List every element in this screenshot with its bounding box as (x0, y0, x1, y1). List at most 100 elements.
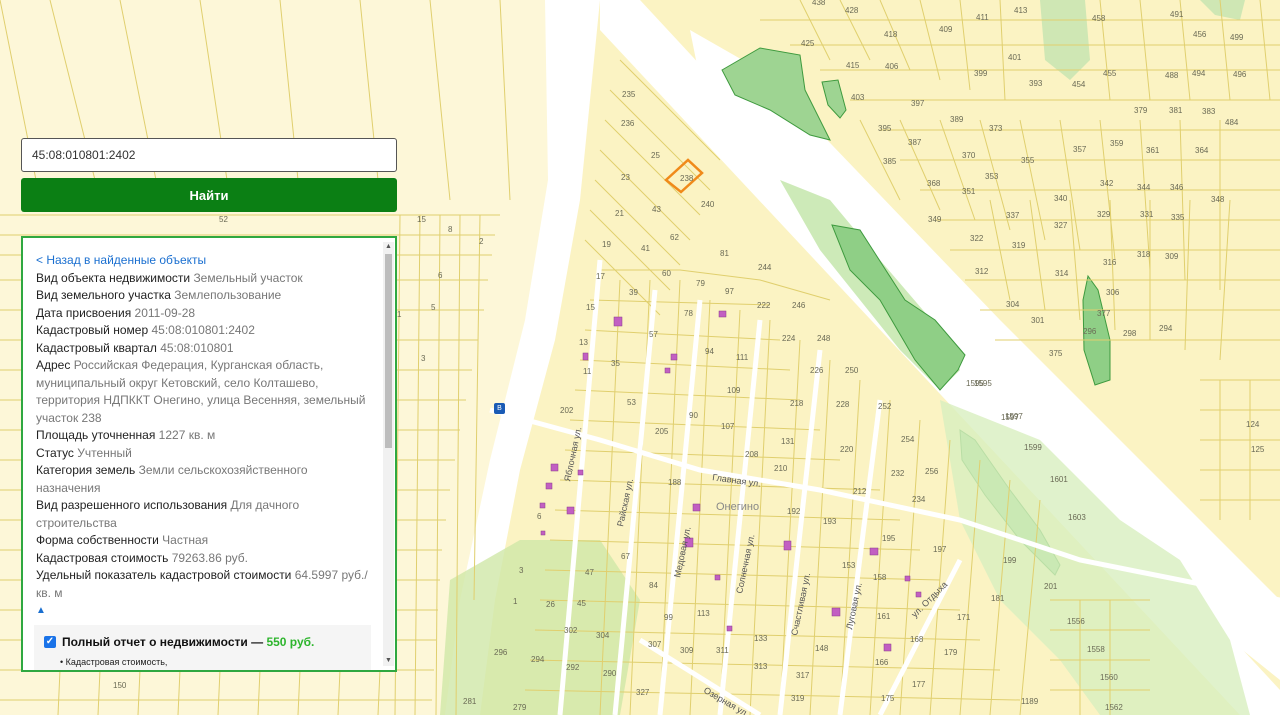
parcel-number-label: 256 (925, 467, 939, 476)
parcel-number-label: 312 (975, 267, 989, 276)
parcel-number-label: 90 (689, 411, 698, 420)
parcel-number-label: 428 (845, 6, 859, 15)
parcel-number-label: 319 (1012, 241, 1026, 250)
collapse-up-icon[interactable]: ▲ (36, 602, 369, 619)
scroll-thumb[interactable] (385, 254, 392, 448)
parcel-number-label: 62 (670, 233, 679, 242)
parcel-number-label: 296 (1083, 327, 1097, 336)
parcel-number-label: 41 (641, 244, 650, 253)
parcel-number-label: 8 (448, 225, 453, 234)
report-price: 550 руб. (266, 635, 315, 649)
parcel-number-label: 1599 (1024, 443, 1042, 452)
info-content: < Назад в найденные объекты Вид объекта … (23, 238, 381, 670)
parcel-number-label: 15 (586, 303, 595, 312)
parcel-number-label: 294 (1159, 324, 1173, 333)
report-title-text: Полный отчет о недвижимости — (62, 635, 264, 649)
parcel-number-label: 248 (817, 334, 831, 343)
parcel-number-label: 131 (781, 437, 795, 446)
parcel-number-label: 6 (438, 271, 443, 280)
parcel-number-label: 254 (901, 435, 915, 444)
parcel-number-label: 84 (649, 581, 658, 590)
scroll-down-icon[interactable]: ▼ (383, 656, 394, 666)
parcel-number-label: 496 (1233, 70, 1247, 79)
parcel-number-label: 298 (1123, 329, 1137, 338)
info-row: Вид земельного участка Землепользование (36, 287, 369, 305)
report-item: • Кадастровая стоимость, (60, 657, 168, 667)
parcel-number-label: 381 (1169, 106, 1183, 115)
parcel-number-label: 202 (560, 406, 574, 415)
parcel-number-label: 307 (648, 640, 662, 649)
parcel-number-label: 168 (910, 635, 924, 644)
bus-stop-icon[interactable]: B (494, 403, 505, 414)
parcel-number-label: 401 (1008, 53, 1022, 62)
info-row-value: 1227 кв. м (158, 428, 216, 442)
parcel-number-label: 133 (754, 634, 768, 643)
parcel-number-label: 1 (397, 310, 402, 319)
info-row: Вид объекта недвижимости Земельный участ… (36, 270, 369, 288)
search-button[interactable]: Найти (21, 178, 397, 212)
parcel-number-label: 57 (649, 330, 658, 339)
parcel-number-label: 1558 (1087, 645, 1105, 654)
info-row-label: Вид земельного участка (36, 288, 171, 302)
parcel-number-label: 113 (697, 609, 710, 618)
parcel-number-label: 406 (885, 62, 899, 71)
parcel-number-label: 418 (884, 30, 898, 39)
info-row-value: 45:08:010801 (160, 340, 234, 355)
parcel-number-label: 197 (933, 545, 947, 554)
parcel-number-label: 455 (1103, 69, 1117, 78)
parcel-number-label: 1595 (966, 379, 984, 388)
parcel-number-label: 17 (596, 272, 605, 281)
parcel-number-label: 43 (652, 205, 661, 214)
parcel-number-label: 94 (705, 347, 714, 356)
scroll-up-icon[interactable]: ▲ (383, 242, 394, 252)
parcel-number-label: 2 (479, 237, 484, 246)
parcel-number-label: 359 (1110, 139, 1124, 148)
cadastral-search-input[interactable] (21, 138, 397, 172)
info-panel[interactable]: < Назад в найденные объекты Вид объекта … (21, 236, 397, 672)
parcel-number-label: 19 (602, 240, 611, 249)
parcel-number-label: 316 (1103, 258, 1117, 267)
parcel-number-label: 52 (219, 215, 228, 224)
parcel-number-label: 353 (985, 172, 999, 181)
info-row: Кадастровая стоимость 79263.86 руб. (36, 550, 369, 568)
parcel-number-label: 53 (627, 398, 636, 407)
report-checkbox[interactable]: ✓ (44, 636, 56, 648)
parcel-number-label: 60 (662, 269, 671, 278)
info-row-value: 79263.86 руб. (171, 550, 248, 565)
parcel-number-label: 15 (417, 215, 426, 224)
parcel-number-label: 309 (680, 646, 694, 655)
parcel-number-label: 311 (716, 646, 729, 655)
parcel-number-label: 499 (1230, 33, 1244, 42)
parcel-number-label: 158 (873, 573, 887, 582)
parcel-number-label: 389 (950, 115, 964, 124)
parcel-number-label: 161 (877, 612, 891, 621)
parcel-number-label: 387 (908, 138, 922, 147)
parcel-number-label: 409 (939, 25, 953, 34)
parcel-number-label: 79 (696, 279, 705, 288)
back-link[interactable]: < Назад в найденные объекты (36, 252, 369, 270)
info-row-label: Кадастровый номер (36, 323, 149, 337)
parcel-number-label: 304 (1006, 300, 1020, 309)
parcel-number-label: 281 (463, 697, 477, 706)
parcel-number-label: 210 (774, 464, 788, 473)
parcel-number-label: 290 (603, 669, 617, 678)
info-scrollbar[interactable]: ▲ ▼ (383, 242, 394, 666)
parcel-number-label: 220 (840, 445, 854, 454)
info-row-label: Вид разрешенного использования (36, 498, 228, 512)
parcel-number-label: 458 (1092, 14, 1106, 23)
parcel-number-label: 181 (991, 594, 1005, 603)
parcel-number-label: 368 (927, 179, 941, 188)
parcel-number-label: 228 (836, 400, 850, 409)
parcel-number-label: 331 (1140, 210, 1154, 219)
info-row: Статус Учтенный (36, 445, 369, 463)
parcel-number-label: 236 (621, 119, 635, 128)
parcel-number-label: 301 (1031, 316, 1045, 325)
parcel-number-label: 361 (1146, 146, 1160, 155)
parcel-number-label: 3 (421, 354, 426, 363)
parcel-number-label: 1556 (1067, 617, 1085, 626)
info-row-label: Вид объекта недвижимости (36, 270, 191, 285)
info-row: Площадь уточненная 1227 кв. м (36, 427, 369, 445)
info-row-value: Землепользование (174, 288, 282, 302)
parcel-number-label: 226 (810, 366, 824, 375)
parcel-number-label: 379 (1134, 106, 1148, 115)
